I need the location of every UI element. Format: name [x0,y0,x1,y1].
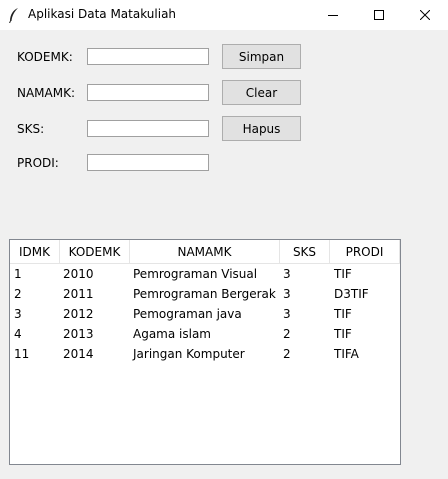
maximize-icon [374,10,384,20]
matakuliah-table[interactable]: IDMK KODEMK NAMAMK SKS PRODI 1 2010 Pemr… [9,239,401,465]
table-row[interactable]: 1 2010 Pemrograman Visual 3 TIF [10,264,400,284]
close-button[interactable] [402,0,448,30]
sks-label: SKS: [17,122,45,136]
window-title: Aplikasi Data Matakuliah [28,7,177,21]
cell-idmk: 1 [14,267,22,281]
cell-idmk: 3 [14,307,22,321]
table-row[interactable]: 3 2012 Pemograman java 3 TIF [10,304,400,324]
feather-icon [7,7,21,24]
cell-prodi: D3TIF [334,287,369,301]
close-icon [420,10,430,20]
cell-namamk: Pemrograman Bergerak [133,287,276,301]
cell-idmk: 2 [14,287,22,301]
cell-prodi: TIF [334,327,352,341]
column-header-sks[interactable]: SKS [280,240,330,264]
cell-kodemk: 2010 [63,267,94,281]
maximize-button[interactable] [356,0,402,30]
cell-namamk: Agama islam [133,327,211,341]
cell-idmk: 4 [14,327,22,341]
column-header-namamk[interactable]: NAMAMK [130,240,280,264]
simpan-button[interactable]: Simpan [222,44,301,69]
column-header-prodi[interactable]: PRODI [330,240,400,264]
cell-sks: 3 [283,307,291,321]
cell-namamk: Jaringan Komputer [133,347,245,361]
cell-namamk: Pemrograman Visual [133,267,258,281]
table-row[interactable]: 2 2011 Pemrograman Bergerak 3 D3TIF [10,284,400,304]
cell-kodemk: 2013 [63,327,94,341]
cell-sks: 2 [283,327,291,341]
clear-button[interactable]: Clear [222,80,301,105]
kodemk-label: KODEMK: [17,50,73,64]
table-header: IDMK KODEMK NAMAMK SKS PRODI [10,240,400,264]
minimize-icon [328,10,338,20]
namamk-label: NAMAMK: [17,86,76,100]
cell-namamk: Pemograman java [133,307,242,321]
prodi-input[interactable] [87,154,209,171]
kodemk-input[interactable] [87,48,209,65]
cell-sks: 3 [283,267,291,281]
cell-kodemk: 2014 [63,347,94,361]
namamk-input[interactable] [87,84,209,101]
hapus-button[interactable]: Hapus [222,116,301,141]
table-row[interactable]: 4 2013 Agama islam 2 TIF [10,324,400,344]
column-header-kodemk[interactable]: KODEMK [60,240,130,264]
cell-prodi: TIF [334,307,352,321]
cell-sks: 3 [283,287,291,301]
title-bar[interactable]: Aplikasi Data Matakuliah [0,0,448,30]
column-header-idmk[interactable]: IDMK [10,240,60,264]
cell-kodemk: 2011 [63,287,94,301]
prodi-label: PRODI: [17,156,59,170]
cell-kodemk: 2012 [63,307,94,321]
cell-sks: 2 [283,347,291,361]
cell-idmk: 11 [14,347,30,361]
table-row[interactable]: 11 2014 Jaringan Komputer 2 TIFA [10,344,400,364]
minimize-button[interactable] [310,0,356,30]
sks-input[interactable] [87,120,209,137]
cell-prodi: TIF [334,267,352,281]
cell-prodi: TIFA [334,347,359,361]
